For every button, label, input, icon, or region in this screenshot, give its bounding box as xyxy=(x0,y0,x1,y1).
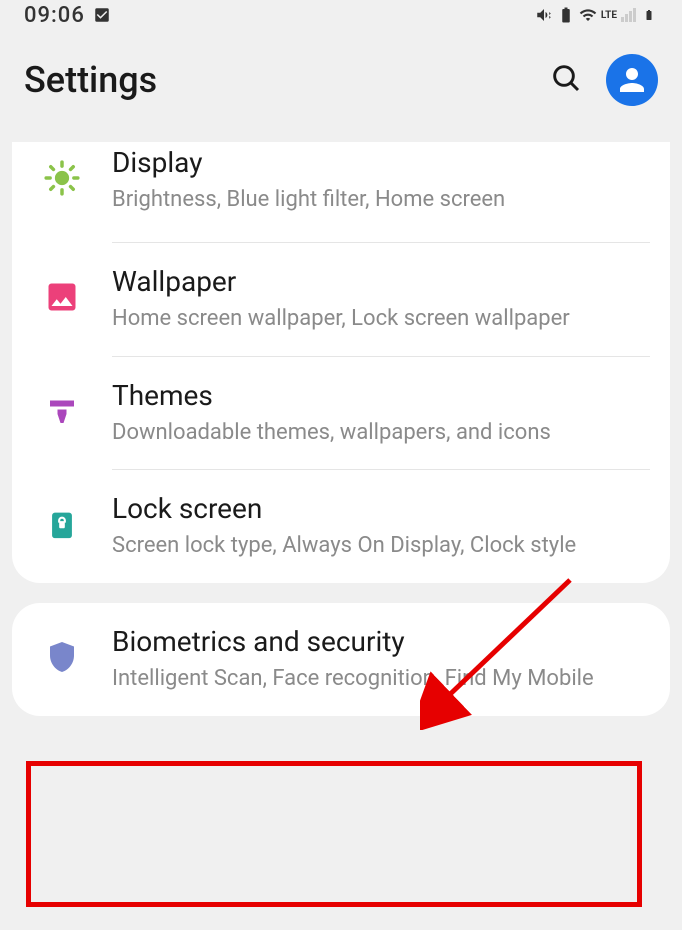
status-time: 09:06 xyxy=(24,3,85,28)
settings-item-display[interactable]: Display Brightness, Blue light filter, H… xyxy=(12,142,670,242)
annotation-highlight-box xyxy=(26,761,642,907)
settings-item-wallpaper[interactable]: Wallpaper Home screen wallpaper, Lock sc… xyxy=(12,243,670,356)
item-title: Biometrics and security xyxy=(112,625,650,658)
item-desc: Intelligent Scan, Face recognition, Find… xyxy=(112,664,650,694)
search-icon xyxy=(550,62,582,94)
page-title: Settings xyxy=(24,59,550,101)
item-desc: Screen lock type, Always On Display, Clo… xyxy=(112,531,650,561)
item-title: Wallpaper xyxy=(112,265,650,298)
settings-item-biometrics-security[interactable]: Biometrics and security Intelligent Scan… xyxy=(12,603,670,716)
checkbox-icon xyxy=(93,6,111,24)
settings-item-themes[interactable]: Themes Downloadable themes, wallpapers, … xyxy=(12,357,670,470)
item-desc: Brightness, Blue light filter, Home scre… xyxy=(112,185,650,215)
sun-icon xyxy=(42,158,82,198)
item-title: Lock screen xyxy=(112,492,650,525)
settings-group-display: Display Brightness, Blue light filter, H… xyxy=(12,142,670,583)
settings-header: Settings xyxy=(0,30,682,142)
item-desc: Home screen wallpaper, Lock screen wallp… xyxy=(112,304,650,334)
brush-icon xyxy=(42,391,82,431)
signal-icon xyxy=(621,8,636,22)
settings-item-lock-screen[interactable]: Lock screen Screen lock type, Always On … xyxy=(12,470,670,583)
item-desc: Downloadable themes, wallpapers, and ico… xyxy=(112,418,650,448)
battery-icon xyxy=(640,6,658,24)
battery-saver-icon xyxy=(557,6,575,24)
settings-group-security: Biometrics and security Intelligent Scan… xyxy=(12,603,670,716)
search-button[interactable] xyxy=(550,62,582,98)
status-bar: 09:06 LTE xyxy=(0,0,682,30)
person-icon xyxy=(614,62,650,98)
wifi-icon xyxy=(579,6,597,24)
account-avatar[interactable] xyxy=(606,54,658,106)
vibrate-icon xyxy=(535,6,553,24)
shield-icon xyxy=(42,637,82,677)
lock-icon xyxy=(42,504,82,544)
image-icon xyxy=(42,277,82,317)
lte-indicator: LTE xyxy=(601,10,617,21)
item-title: Themes xyxy=(112,379,650,412)
item-title: Display xyxy=(112,146,650,179)
